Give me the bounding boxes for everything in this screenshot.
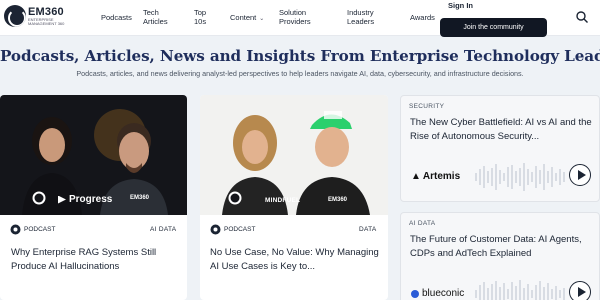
blueconic-logo: blueconic <box>411 288 464 299</box>
artemis-logo: ▲ Artemis <box>411 171 461 182</box>
play-button[interactable] <box>569 281 591 300</box>
card-1-category[interactable]: AI DATA <box>150 226 176 233</box>
nav-awards[interactable]: Awards <box>410 13 435 22</box>
play-button[interactable] <box>569 164 591 186</box>
page-title: Podcasts, Articles, News and Insights Fr… <box>0 47 600 65</box>
artemis-mark-icon: ▲ <box>411 171 421 182</box>
side-card-ai-data[interactable]: AI DATA The Future of Customer Data: AI … <box>400 212 600 300</box>
site-logo[interactable]: EM360 ENTERPRISE MANAGEMENT 360 <box>4 5 72 27</box>
logo-subtext: ENTERPRISE MANAGEMENT 360 <box>28 16 65 26</box>
logo-text: EM360 <box>28 5 64 18</box>
dont-panic-badge-icon <box>228 191 242 205</box>
podcast-icon <box>10 224 21 235</box>
logo-mark-icon <box>4 5 26 27</box>
side-card-1-label: SECURITY <box>409 103 445 110</box>
card-1-type: PODCAST <box>10 224 55 235</box>
audio-waveform-icon <box>475 280 565 300</box>
chevron-down-icon: ⌄ <box>259 16 265 22</box>
sign-in-link[interactable]: Sign In <box>448 1 473 10</box>
card-2-title[interactable]: No Use Case, No Value: Why Managing AI U… <box>210 246 382 274</box>
nav-industry-leaders[interactable]: Industry Leaders <box>347 8 383 26</box>
page-subtitle: Podcasts, articles, and news delivering … <box>76 69 524 78</box>
nav-solution-providers[interactable]: Solution Providers <box>279 8 329 26</box>
card-1-title[interactable]: Why Enterprise RAG Systems Still Produce… <box>11 246 181 274</box>
top-nav: EM360 ENTERPRISE MANAGEMENT 360 Podcasts… <box>0 0 600 37</box>
audio-waveform-icon <box>475 163 565 191</box>
brand-watermark: EM360 <box>328 197 348 203</box>
side-card-1-title[interactable]: The New Cyber Battlefield: AI vs AI and … <box>410 116 594 144</box>
sponsor-logo: MINDFUEL <box>265 197 301 204</box>
brand-watermark: EM360 <box>130 195 150 201</box>
nav-top-10s[interactable]: Top 10s <box>194 8 214 26</box>
nav-tech-articles[interactable]: Tech Articles <box>143 8 177 26</box>
search-icon[interactable] <box>575 10 589 24</box>
sponsor-logo: Progress <box>58 194 112 205</box>
join-community-button[interactable]: Join the community <box>440 18 547 37</box>
card-2-type: PODCAST <box>210 224 255 235</box>
nav-podcasts[interactable]: Podcasts <box>101 13 132 22</box>
progress-logo-icon <box>58 195 66 204</box>
podcast-icon <box>210 224 221 235</box>
blueconic-mark-icon <box>411 289 419 298</box>
dont-panic-badge-icon <box>32 191 46 205</box>
card-2-category[interactable]: DATA <box>359 226 377 233</box>
side-card-security[interactable]: SECURITY The New Cyber Battlefield: AI v… <box>400 95 600 202</box>
side-card-2-title[interactable]: The Future of Customer Data: AI Agents, … <box>410 233 594 261</box>
nav-content[interactable]: Content ⌄ <box>230 13 264 24</box>
side-card-2-label: AI DATA <box>409 220 436 227</box>
